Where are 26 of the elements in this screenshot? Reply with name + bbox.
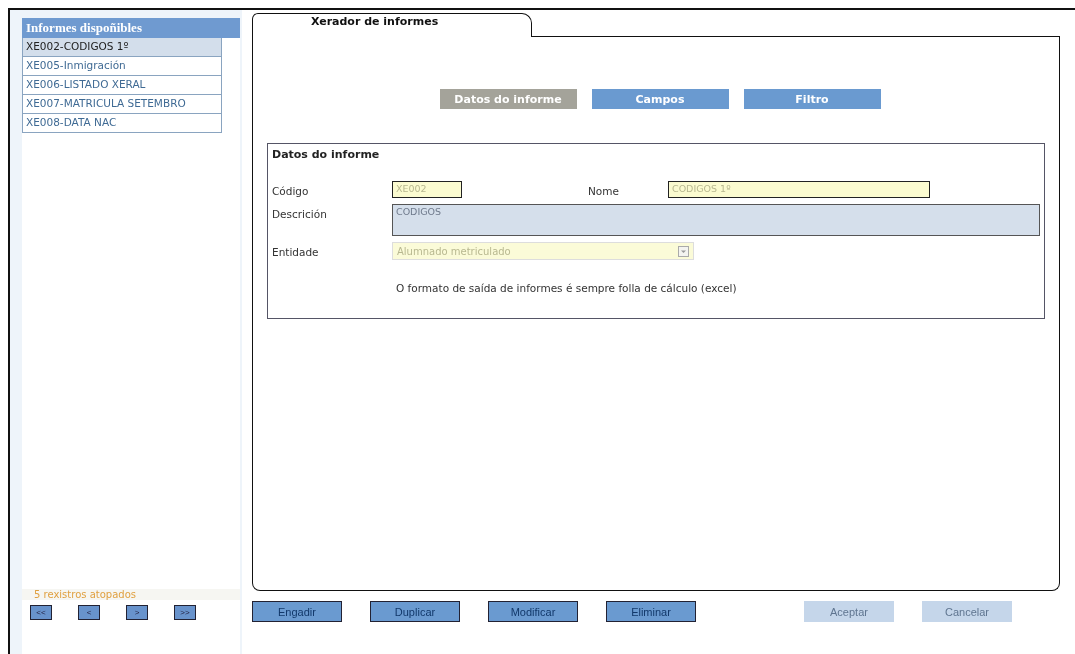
report-item[interactable]: XE002-CODIGOS 1º bbox=[22, 38, 222, 57]
action-button[interactable]: Duplicar bbox=[370, 601, 460, 622]
action-button[interactable]: Engadir bbox=[252, 601, 342, 622]
report-item[interactable]: XE008-DATA NAC bbox=[22, 114, 222, 133]
report-item[interactable]: XE005-Inmigración bbox=[22, 57, 222, 76]
section-tab[interactable]: Datos do informe bbox=[439, 89, 577, 109]
action-button[interactable]: Eliminar bbox=[606, 601, 696, 622]
pager-button[interactable]: > bbox=[126, 605, 148, 620]
section-tab[interactable]: Filtro bbox=[743, 89, 881, 109]
field-label: Descrición bbox=[272, 207, 328, 220]
field-label: Entidade bbox=[272, 245, 320, 258]
field-label: Nome bbox=[588, 184, 620, 197]
pager-button[interactable]: < bbox=[78, 605, 100, 620]
section-tab[interactable]: Campos bbox=[591, 89, 729, 109]
record-count: 5 rexistros atopados bbox=[22, 589, 240, 600]
sidebar-title: Informes dispoñibles bbox=[22, 18, 240, 38]
pager-button[interactable]: >> bbox=[174, 605, 196, 620]
report-item[interactable]: XE007-MATRICULA SETEMBRO bbox=[22, 95, 222, 114]
action-button[interactable]: Modificar bbox=[488, 601, 578, 622]
pager-button[interactable]: << bbox=[30, 605, 52, 620]
form-title: Datos do informe bbox=[272, 148, 381, 161]
report-item[interactable]: XE006-LISTADO XERAL bbox=[22, 76, 222, 95]
field-label: Código bbox=[272, 184, 310, 197]
info-text: O formato de saída de informes é sempre folla de cálculo (excel) bbox=[395, 281, 738, 294]
text-area[interactable]: CODIGOS bbox=[392, 204, 1040, 236]
tab[interactable]: Xerador de informes bbox=[252, 13, 532, 37]
